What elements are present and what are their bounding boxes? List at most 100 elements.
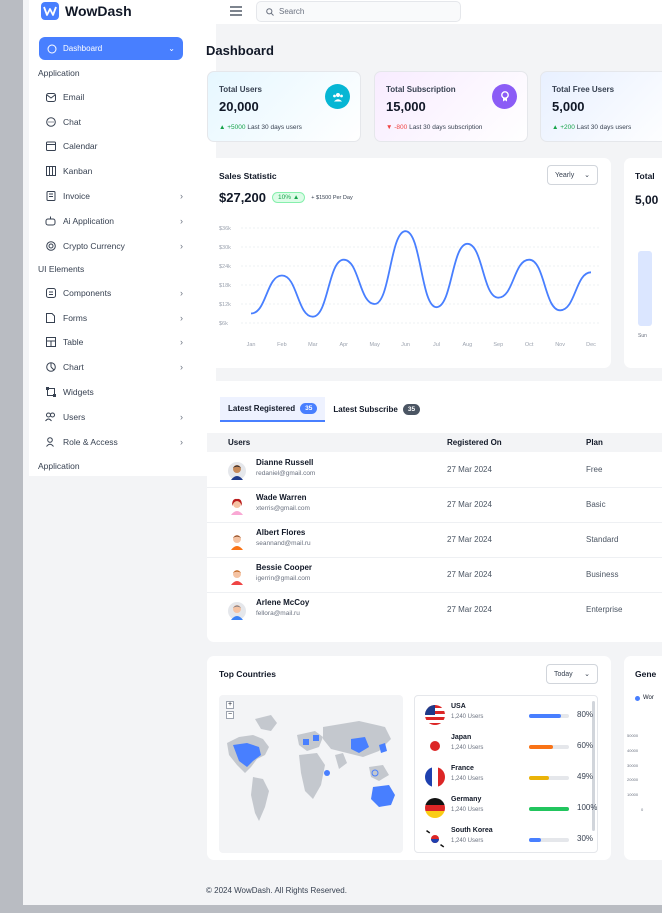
sidebar-item-label: Kanban (63, 166, 93, 176)
plan: Standard (586, 535, 619, 544)
period-select[interactable]: Today ⌄ (546, 664, 598, 684)
y-tick-label: $36k (219, 226, 231, 232)
tab-latest-registered[interactable]: Latest Registered 35 (220, 397, 326, 422)
table-row[interactable]: Wade Warren xterris@gmail.com 27 Mar 202… (207, 488, 662, 523)
sidebar-section-application-2: Application (38, 461, 80, 471)
search-input[interactable]: Search (256, 1, 461, 22)
progress-fill (529, 745, 553, 749)
trend-up-icon: ▲ (219, 124, 228, 131)
country-name: France (451, 765, 474, 772)
y-tick: 40000 (627, 747, 639, 753)
chevron-right-icon: › (180, 313, 183, 323)
footer-copyright: © 2024 WowDash. All Rights Reserved. (206, 886, 347, 895)
user-email: redaniel@gmail.com (256, 470, 316, 477)
search-placeholder: Search (279, 7, 305, 16)
sidebar-item-label: Forms (63, 313, 88, 323)
chevron-right-icon: › (180, 216, 183, 226)
sidebar-item-calendar[interactable]: Calendar (45, 139, 183, 153)
list-item: Germany 1,240 Users 100% (425, 794, 597, 825)
latest-registered-card: Latest Registered 35 Latest Subscribe 35 U… (207, 381, 662, 642)
user-email: xterris@gmail.com (256, 505, 310, 512)
total-value: 5,00 (635, 193, 659, 207)
sidebar-item-invoice[interactable]: Invoice › (45, 189, 183, 203)
role-icon (45, 437, 56, 448)
chevron-right-icon: › (180, 362, 183, 372)
period-select-value: Yearly (555, 171, 575, 179)
sales-growth-badge: 10% ▲ (272, 192, 306, 203)
sidebar-item-crypto-currency[interactable]: Crypto Currency › (45, 239, 183, 253)
country-percent: 100% (577, 803, 598, 812)
chevron-right-icon: › (180, 241, 183, 251)
sidebar-item-components[interactable]: Components › (45, 286, 183, 300)
chevron-down-icon: ⌄ (584, 671, 590, 678)
country-users: 1,240 Users (451, 714, 484, 720)
tabs: Latest Registered 35 Latest Subscribe 35 (220, 397, 428, 422)
stat-card-total-subscription: Total Subscription 15,000 ▼ -800 Last 30… (374, 71, 528, 142)
user-name: Dianne Russell (256, 458, 314, 467)
topbar: Search (216, 0, 662, 24)
table-row[interactable]: Albert Flores seannand@mail.ru 27 Mar 20… (207, 523, 662, 558)
sidebar-item-users[interactable]: Users › (45, 410, 183, 424)
trend-down-icon: ▼ (386, 124, 395, 131)
table-row[interactable]: Arlene McCoy fellora@mail.ru 27 Mar 2024… (207, 593, 662, 628)
sidebar-item-kanban[interactable]: Kanban (45, 164, 183, 178)
menu-toggle-icon[interactable] (230, 6, 242, 16)
calendar-icon (45, 141, 56, 152)
sidebar-item-role-access[interactable]: Role & Access › (45, 435, 183, 449)
sidebar-item-ai-application[interactable]: Ai Application › (45, 214, 183, 228)
user-name: Arlene McCoy (256, 598, 310, 607)
y-axis: 50000 40000 30000 20000 10000 0 (627, 729, 643, 818)
widgets-icon (45, 387, 56, 398)
kanban-icon (45, 166, 56, 177)
country-percent: 80% (577, 710, 594, 719)
tab-latest-subscribe[interactable]: Latest Subscribe 35 (325, 397, 428, 422)
registered-date: 27 Mar 2024 (447, 535, 492, 544)
world-map[interactable]: + − (219, 695, 403, 853)
sidebar-item-widgets[interactable]: Widgets (45, 385, 183, 399)
sidebar-item-chat[interactable]: Chat (45, 115, 183, 129)
trend-up-icon: ▲ (552, 124, 561, 131)
avatar (228, 567, 246, 585)
sidebar-item-chart[interactable]: Chart › (45, 360, 183, 374)
sidebar-item-label: Widgets (63, 387, 94, 397)
table-row[interactable]: Bessie Cooper igerrin@gmail.com 27 Mar 2… (207, 558, 662, 593)
card-title: Total (635, 171, 655, 181)
sidebar-item-label: Crypto Currency (63, 241, 125, 251)
tab-label: Latest Subscribe (333, 405, 398, 414)
x-tick-label: Feb (277, 342, 286, 348)
sales-per-day: + $1500 Per Day (311, 194, 353, 201)
logo[interactable]: WowDash (41, 2, 132, 20)
period-select[interactable]: Yearly ⌄ (547, 165, 598, 185)
period-select-value: Today (554, 670, 573, 678)
sidebar-item-dashboard[interactable]: Dashboard ⌄ (39, 37, 183, 60)
user-name: Bessie Cooper (256, 563, 313, 572)
list-item: Japan 1,240 Users 60% (425, 732, 597, 763)
sidebar-item-forms[interactable]: Forms › (45, 311, 183, 325)
germany-flag-icon (425, 798, 445, 818)
stat-footer: ▲ +200 Last 30 days users (552, 124, 631, 131)
sidebar-item-email[interactable]: Email (45, 90, 183, 104)
registered-date: 27 Mar 2024 (447, 570, 492, 579)
sidebar-item-label: Dashboard (63, 44, 103, 53)
stat-value: 5,000 (552, 99, 585, 114)
stat-value: 15,000 (386, 99, 426, 114)
list-item: South Korea 1,240 Users 30% (425, 825, 597, 852)
japan-flag-icon (425, 736, 445, 756)
progress-fill (529, 776, 549, 780)
stat-label: Total Subscription (386, 85, 456, 94)
generated-content-card: Gene Wor 50000 40000 30000 20000 10000 0 (624, 656, 662, 860)
y-tick-label: $6k (219, 321, 228, 327)
table-row[interactable]: Dianne Russell redaniel@gmail.com 27 Mar… (207, 453, 662, 488)
card-title: Sales Statistic (219, 171, 277, 181)
x-tick-label: Nov (555, 342, 565, 348)
user-email: seannand@mail.ru (256, 540, 311, 547)
stat-footer: ▲ +5000 Last 30 days users (219, 124, 302, 131)
x-tick-label: Oct (525, 342, 534, 348)
registered-date: 27 Mar 2024 (447, 605, 492, 614)
avatar (228, 602, 246, 620)
sidebar-item-table[interactable]: Table › (45, 335, 183, 349)
country-name: USA (451, 703, 466, 710)
y-tick: 0 (641, 806, 644, 812)
page-title: Dashboard (206, 43, 274, 58)
progress-fill (529, 714, 561, 718)
